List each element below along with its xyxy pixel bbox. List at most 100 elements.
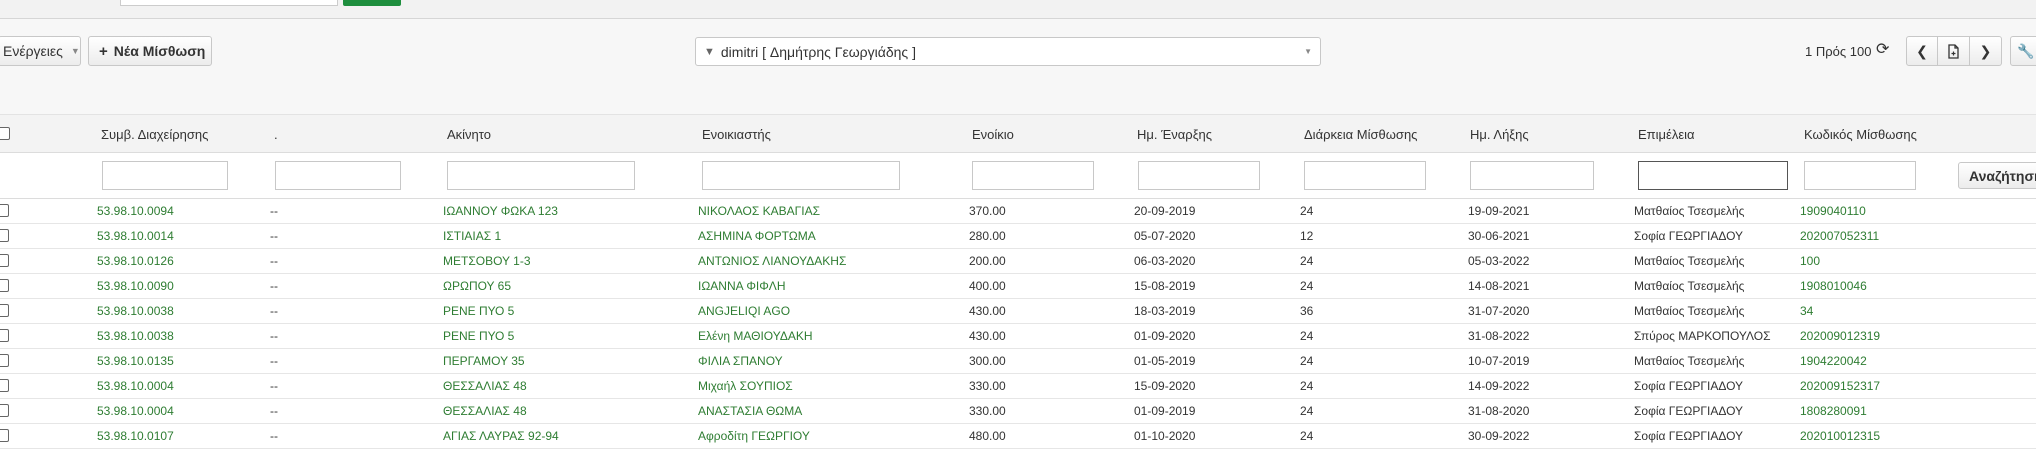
cell-code[interactable]: 1808280091 [1800,404,1867,418]
cell-property[interactable]: ΡΕΝΕ ΠΥΟ 5 [443,304,514,318]
cell-property[interactable]: ΡΕΝΕ ΠΥΟ 5 [443,329,514,343]
cell-tenant[interactable]: ΑΝΑΣΤΑΣΙΑ ΘΩΜΑ [698,404,802,418]
cell-contract[interactable]: 53.98.10.0004 [97,404,174,418]
row-checkbox[interactable] [0,204,9,217]
cell-code[interactable]: 1909040110 [1800,204,1866,218]
col-header-end-date[interactable]: Ημ. Λήξης [1470,127,1529,142]
col-header-start-date[interactable]: Ημ. Έναρξης [1137,127,1212,142]
cell-end: 31-08-2020 [1468,404,1530,418]
row-checkbox[interactable] [0,329,9,342]
table-row[interactable]: 53.98.10.0094 -- ΙΩΑΝΝΟΥ ΦΩΚΑ 123 ΝΙΚΟΛΑΟΣ … [0,199,2036,224]
cell-contract[interactable]: 53.98.10.0107 [97,429,174,443]
prev-page-button[interactable]: ❮ [1906,36,1938,66]
filter-input-rent[interactable] [972,161,1094,190]
cell-duration: 24 [1300,429,1314,443]
cell-code[interactable]: 1908010046 [1800,279,1867,293]
cell-property[interactable]: ΙΣΤΙΑΙΑΣ 1 [443,229,501,243]
cell-caretaker: Ματθαίος Τσεσμελής [1634,354,1745,368]
settings-button[interactable]: 🔧 [2010,36,2036,66]
refresh-icon[interactable]: ⟳ [1876,39,1889,59]
cell-tenant[interactable]: Ελένη ΜΑΘΙΟΥΔΑΚΗ [698,329,813,343]
filter-input-dot[interactable] [275,161,401,190]
cell-tenant[interactable]: Αφροδίτη ΓΕΩΡΓΙΟΥ [698,429,810,443]
cell-code[interactable]: 202009152317 [1800,379,1880,393]
row-checkbox[interactable] [0,354,9,367]
filter-input-contract[interactable] [102,161,228,190]
cell-contract[interactable]: 53.98.10.0090 [97,279,174,293]
col-header-contract[interactable]: Συμβ. Διαχείρησης [101,127,208,142]
col-header-dot[interactable]: . [274,127,278,142]
cell-tenant[interactable]: ΝΙΚΟΛΑΟΣ ΚΑΒΑΓΙΑΣ [698,204,820,218]
cell-property[interactable]: ΑΓΙΑΣ ΛΑΥΡΑΣ 92-94 [443,429,559,443]
cell-contract[interactable]: 53.98.10.0038 [97,329,174,343]
search-button[interactable]: Αναζήτηση [1958,162,2036,189]
cell-tenant[interactable]: ΑΣΗΜΙΝΑ ΦΟΡΤΩΜΑ [698,229,816,243]
col-header-tenant[interactable]: Ενοικιαστής [702,127,771,142]
col-header-caretaker[interactable]: Επιμέλεια [1638,127,1695,142]
cell-contract[interactable]: 53.98.10.0135 [97,354,174,368]
cell-property[interactable]: ΩΡΩΠΟΥ 65 [443,279,511,293]
cell-tenant[interactable]: ANGJELIQI AGO [698,304,790,318]
row-checkbox[interactable] [0,279,9,292]
cell-contract[interactable]: 53.98.10.0094 [97,204,174,218]
cell-code[interactable]: 202010012315 [1800,429,1880,443]
cell-caretaker: Σοφία ΓΕΩΡΓΙΑΔΟΥ [1634,379,1744,393]
cell-dot: -- [270,329,278,343]
table-row[interactable]: 53.98.10.0135 -- ΠΕΡΓΑΜΟΥ 35 ΦΙΛΙΑ ΣΠΑΝΟΥ 30… [0,349,2036,374]
filter-input-caretaker[interactable] [1638,161,1788,190]
col-header-duration[interactable]: Διάρκεια Μίσθωσης [1304,127,1417,142]
user-filter-select[interactable]: ▼ dimitri [ Δημήτρης Γεωργιάδης ] ▼ [695,37,1321,66]
select-all-checkbox[interactable] [0,127,10,140]
table-row[interactable]: 53.98.10.0014 -- ΙΣΤΙΑΙΑΣ 1 ΑΣΗΜΙΝΑ ΦΟΡΤΩΜΑ… [0,224,2036,249]
cell-start: 01-10-2020 [1134,429,1196,443]
cell-tenant[interactable]: ΙΩΑΝΝΑ ΦΙΦΛΗ [698,279,785,293]
cell-contract[interactable]: 53.98.10.0126 [97,254,174,268]
filter-input-end-date[interactable] [1470,161,1594,190]
top-search-input[interactable] [120,0,338,6]
cell-end: 05-03-2022 [1468,254,1530,268]
chevron-down-icon: ▼ [1304,47,1312,56]
cell-tenant[interactable]: Μιχαήλ ΣΟΥΠΙΟΣ [698,379,793,393]
col-header-lease-code[interactable]: Κωδικός Μίσθωσης [1804,127,1917,142]
cell-code[interactable]: 1904220042 [1800,354,1867,368]
top-green-button[interactable] [343,0,401,6]
table-row[interactable]: 53.98.10.0004 -- ΘΕΣΣΑΛΙΑΣ 48 Μιχαήλ ΣΟΥΠΙΟ… [0,374,2036,399]
actions-dropdown-button[interactable]: Ενέργειες ▼ [0,36,81,66]
cell-property[interactable]: ΜΕΤΣΟΒΟΥ 1-3 [443,254,531,268]
next-page-button[interactable]: ❯ [1970,36,2002,66]
cell-contract[interactable]: 53.98.10.0038 [97,304,174,318]
table-row[interactable]: 53.98.10.0038 -- ΡΕΝΕ ΠΥΟ 5 ANGJELIQI AGO 43… [0,299,2036,324]
cell-contract[interactable]: 53.98.10.0004 [97,379,174,393]
cell-tenant[interactable]: ΑΝΤΩΝΙΟΣ ΛΙΑΝΟΥΔΑΚΗΣ [698,254,846,268]
row-checkbox[interactable] [0,304,9,317]
table-row[interactable]: 53.98.10.0126 -- ΜΕΤΣΟΒΟΥ 1-3 ΑΝΤΩΝΙΟΣ ΛΙΑΝ… [0,249,2036,274]
cell-code[interactable]: 100 [1800,254,1820,268]
col-header-rent[interactable]: Ενοίκιο [972,127,1014,142]
row-checkbox[interactable] [0,429,9,442]
filter-input-start-date[interactable] [1138,161,1260,190]
cell-tenant[interactable]: ΦΙΛΙΑ ΣΠΑΝΟΥ [698,354,783,368]
export-button[interactable] [1938,36,1970,66]
row-checkbox[interactable] [0,379,9,392]
table-row[interactable]: 53.98.10.0090 -- ΩΡΩΠΟΥ 65 ΙΩΑΝΝΑ ΦΙΦΛΗ 400.… [0,274,2036,299]
row-checkbox[interactable] [0,404,9,417]
cell-property[interactable]: ΠΕΡΓΑΜΟΥ 35 [443,354,525,368]
cell-code[interactable]: 202007052311 [1800,229,1879,243]
row-checkbox[interactable] [0,229,9,242]
cell-property[interactable]: ΘΕΣΣΑΛΙΑΣ 48 [443,379,527,393]
cell-property[interactable]: ΙΩΑΝΝΟΥ ΦΩΚΑ 123 [443,204,558,218]
new-lease-button[interactable]: + Νέα Μίσθωση [88,36,212,66]
cell-code[interactable]: 34 [1800,304,1813,318]
table-row[interactable]: 53.98.10.0107 -- ΑΓΙΑΣ ΛΑΥΡΑΣ 92-94 Αφροδίτ… [0,424,2036,449]
cell-code[interactable]: 202009012319 [1800,329,1880,343]
filter-input-duration[interactable] [1304,161,1426,190]
filter-input-lease-code[interactable] [1804,161,1916,190]
filter-input-property[interactable] [447,161,635,190]
cell-contract[interactable]: 53.98.10.0014 [97,229,174,243]
table-row[interactable]: 53.98.10.0004 -- ΘΕΣΣΑΛΙΑΣ 48 ΑΝΑΣΤΑΣΙΑ ΘΩΜ… [0,399,2036,424]
col-header-property[interactable]: Ακίνητο [447,127,491,142]
cell-property[interactable]: ΘΕΣΣΑΛΙΑΣ 48 [443,404,527,418]
row-checkbox[interactable] [0,254,9,267]
table-row[interactable]: 53.98.10.0038 -- ΡΕΝΕ ΠΥΟ 5 Ελένη ΜΑΘΙΟΥΔΑΚ… [0,324,2036,349]
filter-input-tenant[interactable] [702,161,900,190]
